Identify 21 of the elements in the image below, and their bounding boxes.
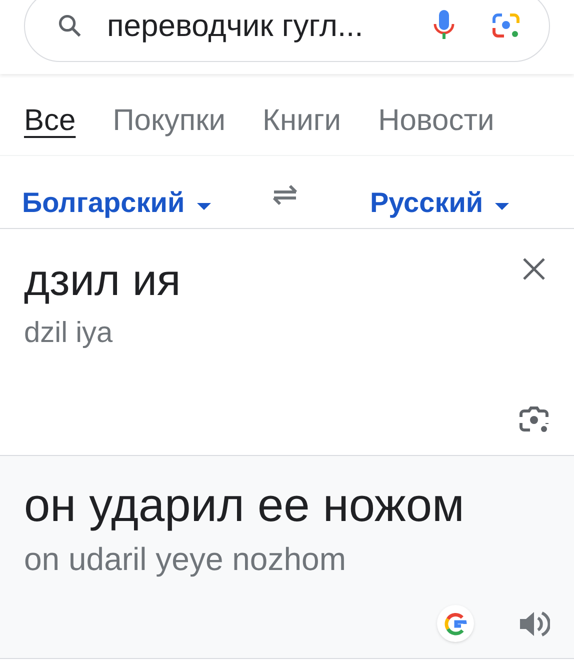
source-transliteration: dzil iya <box>24 316 114 351</box>
search-tab[interactable]: Все <box>24 98 76 143</box>
search-query: переводчик гугл... <box>107 6 364 45</box>
target-language-dropdown[interactable]: Русский <box>370 182 510 224</box>
swap-icon[interactable] <box>270 184 300 206</box>
source-text: дзил ия <box>24 255 181 307</box>
caret-icon <box>495 203 510 211</box>
translation-text: он ударил ее ножом <box>24 477 466 533</box>
search-tab[interactable]: Новости <box>378 98 494 143</box>
source-language-dropdown[interactable]: Болгарский <box>22 182 270 224</box>
search-tab[interactable]: Книги <box>262 98 342 143</box>
google-logo <box>437 605 474 642</box>
caret-icon <box>196 203 211 211</box>
speaker-icon[interactable] <box>518 608 550 638</box>
search-tab[interactable]: Покупки <box>112 98 226 143</box>
camera-icon[interactable] <box>518 405 550 435</box>
search-icon <box>57 13 83 39</box>
microphone-icon[interactable] <box>433 10 455 42</box>
search-field[interactable]: переводчик гугл... <box>24 0 550 62</box>
close-icon[interactable] <box>522 257 546 281</box>
translation-transliteration: on udaril yeye nozhom <box>24 540 347 579</box>
